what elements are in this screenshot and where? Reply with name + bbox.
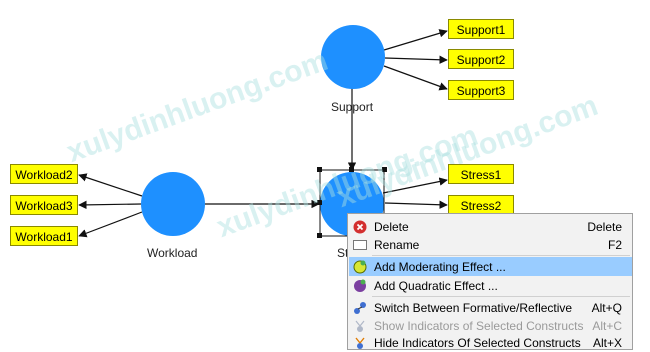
rename-icon (353, 238, 367, 252)
indicator-stress1[interactable]: Stress1 (448, 164, 514, 184)
menu-item-hide-indicators[interactable]: Hide Indicators Of Selected Constructs A… (349, 333, 632, 352)
menu-item-add-moderating-effect[interactable]: Add Moderating Effect ... (349, 257, 632, 276)
indicator-support1[interactable]: Support1 (448, 19, 514, 39)
context-menu: Delete Delete Rename F2 Add Moderating E… (347, 213, 633, 350)
indicator-support3[interactable]: Support3 (448, 80, 514, 100)
menu-item-label: Add Quadratic Effect ... (374, 278, 498, 293)
menu-item-label: Add Moderating Effect ... (374, 259, 506, 274)
workload-indicator-arrow[interactable] (78, 173, 143, 197)
selection-handle[interactable] (317, 233, 322, 238)
menu-item-delete[interactable]: Delete Delete (349, 217, 632, 236)
menu-item-add-quadratic-effect[interactable]: Add Quadratic Effect ... (349, 276, 632, 295)
menu-item-shortcut: Delete (587, 219, 622, 234)
menu-item-shortcut: Alt+X (592, 335, 622, 350)
construct-workload-label: Workload (147, 246, 198, 260)
menu-item-label: Rename (374, 237, 420, 252)
delete-icon (353, 220, 367, 234)
menu-item-shortcut: Alt+Q (591, 300, 622, 315)
switch-icon (353, 301, 367, 315)
stress-indicator-arrow[interactable] (384, 200, 448, 209)
workload-indicator-arrow[interactable] (78, 200, 142, 210)
selection-handle[interactable] (317, 200, 322, 205)
menu-separator (372, 255, 630, 256)
construct-workload[interactable] (141, 172, 205, 236)
indicator-support2[interactable]: Support2 (448, 49, 514, 69)
menu-item-label: Hide Indicators Of Selected Constructs (374, 335, 581, 350)
construct-support-label: Support (331, 100, 374, 114)
selection-handle[interactable] (317, 167, 322, 172)
menu-item-label: Show Indicators of Selected Constructs (374, 318, 584, 333)
construct-support[interactable] (321, 25, 385, 89)
menu-item-label: Delete (374, 219, 409, 234)
support-indicator-arrow[interactable] (384, 55, 448, 64)
menu-item-label: Switch Between Formative/Reflective (374, 300, 573, 315)
indicator-workload1[interactable]: Workload1 (10, 226, 78, 246)
workload-indicator-arrow[interactable] (78, 211, 143, 238)
support-indicator-arrow[interactable] (383, 65, 448, 91)
show-indicators-icon (353, 319, 367, 333)
hide-indicators-icon (353, 336, 367, 350)
menu-item-rename[interactable]: Rename F2 (349, 235, 632, 254)
indicator-stress2[interactable]: Stress2 (448, 195, 514, 215)
stress-indicator-arrow[interactable] (382, 177, 448, 194)
moderating-effect-icon (353, 260, 367, 274)
quadratic-effect-icon (353, 279, 367, 293)
indicator-workload2[interactable]: Workload2 (10, 164, 78, 184)
support-indicator-arrow[interactable] (383, 29, 448, 51)
selection-handle[interactable] (349, 167, 354, 172)
selection-handle[interactable] (382, 167, 387, 172)
menu-item-shortcut: F2 (607, 237, 622, 252)
indicator-workload3[interactable]: Workload3 (10, 195, 78, 215)
menu-item-switch-formative-reflective[interactable]: Switch Between Formative/Reflective Alt+… (349, 298, 632, 317)
menu-item-shortcut: Alt+C (592, 318, 622, 333)
menu-separator (372, 296, 630, 297)
